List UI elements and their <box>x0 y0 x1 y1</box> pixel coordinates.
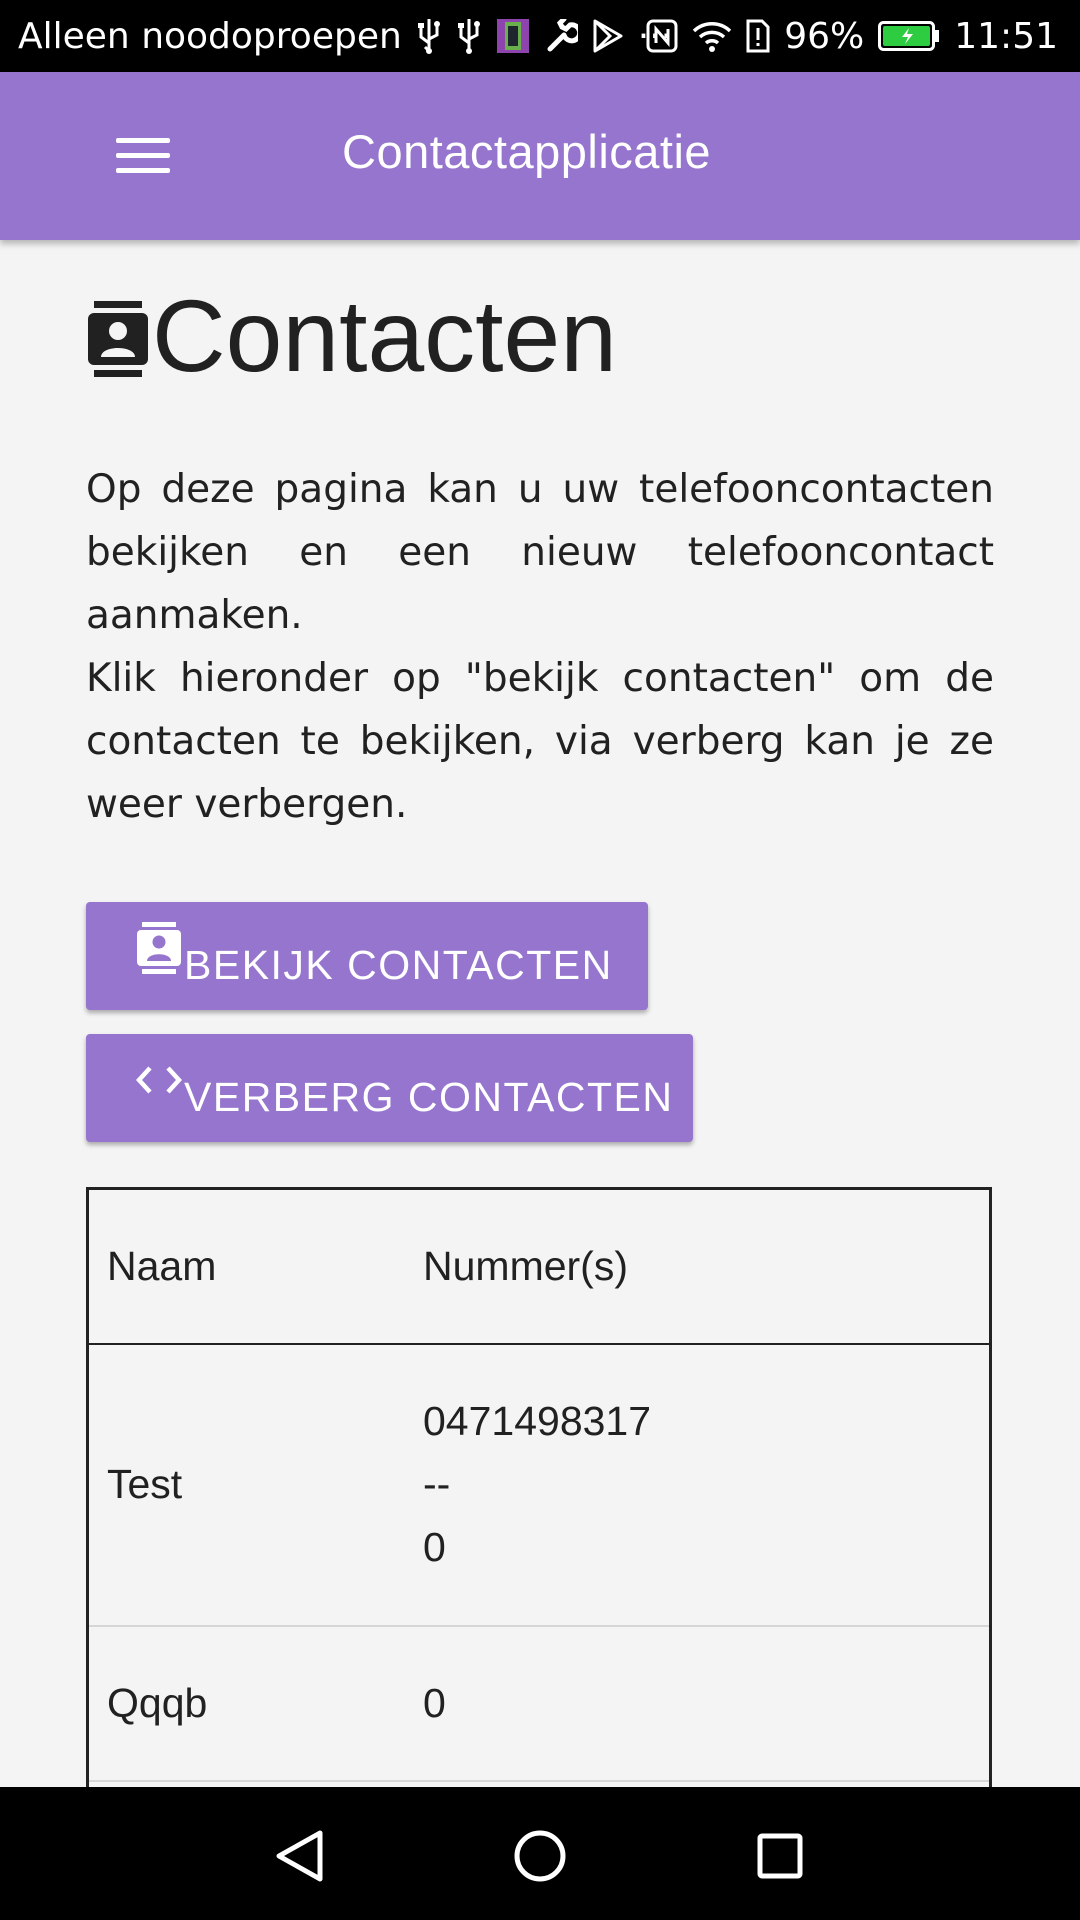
show-contacts-label: BEKIJK CONTACTEN <box>184 941 613 988</box>
app-title: Contactapplicatie <box>342 125 712 178</box>
contact-numbers: 0 <box>405 1626 991 1781</box>
contact-numbers: 0471498317 -- 0 <box>405 1344 991 1626</box>
hamburger-icon-line <box>116 168 170 173</box>
status-bar: Alleen noodoproepen ··· 96% 11:51 <box>0 0 1080 72</box>
navigation-bar <box>0 1787 1080 1920</box>
recent-apps-button[interactable] <box>745 1821 815 1891</box>
wrench-icon <box>544 19 578 53</box>
contact-number: -- <box>423 1461 451 1507</box>
carrier-text: Alleen noodoproepen <box>18 15 402 57</box>
contacts-icon <box>86 299 150 379</box>
clock: 11:51 <box>954 15 1058 57</box>
contact-number: 0 <box>423 1679 446 1726</box>
hide-contacts-label: VERBERG CONTACTEN <box>184 1073 674 1120</box>
app-bar: Contactapplicatie <box>0 72 1080 240</box>
battery-percent: 96% <box>784 15 865 57</box>
recent-square-icon <box>757 1833 803 1879</box>
table-header-row: Naam Nummer(s) <box>87 1188 991 1345</box>
home-circle-icon <box>514 1830 566 1882</box>
usb-icon <box>416 17 442 55</box>
contacts-table: Naam Nummer(s) Test 0471498317 -- 0 Qqqb… <box>86 1187 992 1841</box>
intro-paragraph: Op deze pagina kan u uw telefooncontacte… <box>86 467 994 638</box>
hamburger-icon <box>116 138 170 143</box>
contacts-icon <box>136 921 182 975</box>
debug-app-icon <box>496 18 530 54</box>
page-heading: Contacten <box>152 278 617 393</box>
back-button[interactable] <box>265 1821 335 1891</box>
table-row: Test 0471498317 -- 0 <box>87 1344 991 1626</box>
hamburger-icon-line <box>116 153 170 158</box>
play-store-icon <box>592 19 624 53</box>
contact-number: 0 <box>423 1524 446 1570</box>
table-row: Qqqb 0 <box>87 1626 991 1781</box>
show-contacts-button[interactable]: BEKIJK CONTACTEN <box>86 902 648 1010</box>
sim-alert-icon <box>746 19 770 53</box>
contact-name: Test <box>107 1461 183 1507</box>
hamburger-menu-button[interactable] <box>110 132 174 180</box>
column-header-numbers: Nummer(s) <box>405 1188 991 1345</box>
back-triangle-icon <box>276 1830 323 1882</box>
nfc-icon <box>646 19 678 53</box>
code-icon <box>136 1065 182 1095</box>
page-title: Contacten <box>86 276 617 396</box>
battery-charging-icon <box>878 21 940 51</box>
column-header-name: Naam <box>87 1188 405 1345</box>
contact-name: Qqqb <box>107 1679 208 1726</box>
contact-number: 0471498317 <box>423 1398 652 1444</box>
hide-contacts-button[interactable]: VERBERG CONTACTEN <box>86 1034 693 1142</box>
wifi-icon <box>692 19 732 53</box>
home-button[interactable] <box>505 1821 575 1891</box>
usb-icon <box>456 17 482 55</box>
instructions-paragraph: Klik hieronder op "bekijk contacten" om … <box>86 656 994 827</box>
